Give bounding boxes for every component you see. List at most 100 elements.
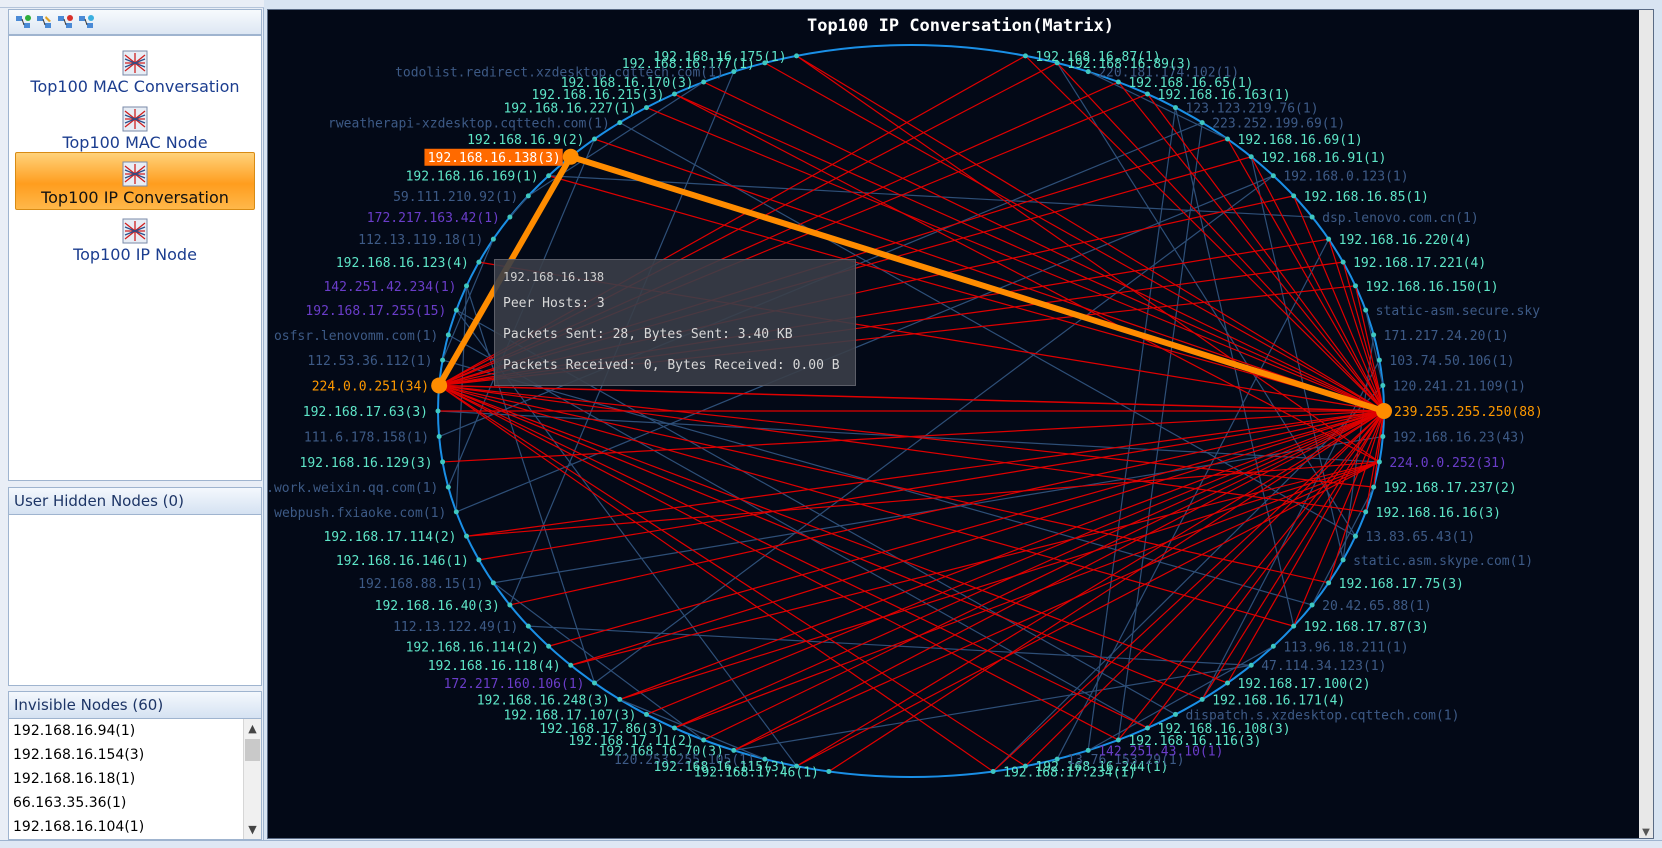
node-label: 192.168.16.91(1) xyxy=(1261,151,1386,166)
invisible-list-scrollbar[interactable]: ▲ ▼ xyxy=(243,719,261,839)
layout-settings-icon[interactable] xyxy=(78,14,95,31)
node-label: 20.42.65.88(1) xyxy=(1322,599,1432,614)
node-dot xyxy=(1380,434,1386,440)
node-dot xyxy=(476,259,482,265)
list-item[interactable]: 192.168.16.94(1) xyxy=(9,719,261,743)
list-item[interactable]: 192.168.16.154(3) xyxy=(9,743,261,767)
node-dot xyxy=(464,533,470,539)
view-item-ip-node[interactable]: Top100 IP Node xyxy=(15,208,255,266)
node-dot xyxy=(435,408,441,414)
layout-edit-icon[interactable] xyxy=(36,14,53,31)
node-label: 192.168.16.69(1) xyxy=(1237,133,1362,148)
node-label: 192.168.16.227(1) xyxy=(503,102,636,117)
node-dot xyxy=(1340,557,1346,563)
node-dot xyxy=(1145,725,1150,731)
node-label: 192.168.17.114(2) xyxy=(323,530,456,545)
invisible-nodes-list[interactable]: 192.168.16.94(1) 192.168.16.154(3) 192.1… xyxy=(8,718,262,840)
node-dot xyxy=(1054,756,1060,762)
node-dot xyxy=(1199,120,1205,126)
conversation-matrix-chart[interactable]: 192.168.16.175(1) 192.168.16.177(1) todoli… xyxy=(267,9,1654,839)
link xyxy=(438,384,1294,627)
node-dot xyxy=(464,283,470,289)
node-dot xyxy=(1340,259,1346,265)
link xyxy=(1293,195,1385,412)
node-dot xyxy=(507,602,513,608)
hidden-nodes-header[interactable]: User Hidden Nodes (0) xyxy=(8,487,262,515)
node-label: 112.53.36.112(1) xyxy=(307,354,432,369)
conversation-links xyxy=(436,55,1385,772)
node-dot xyxy=(762,60,768,66)
node-dot xyxy=(1376,459,1382,465)
node-dot xyxy=(1291,623,1297,629)
node-dot xyxy=(507,214,513,220)
layout-add-icon[interactable] xyxy=(15,14,32,31)
node-label: 192.168.17.255(15) xyxy=(305,304,446,319)
node-dot xyxy=(1022,53,1028,59)
node-dot xyxy=(826,768,832,774)
node-dot xyxy=(592,136,598,142)
node-label: 239.255.255.250(88) xyxy=(1394,405,1543,420)
node-dot xyxy=(644,105,650,111)
node-label: 113.96.18.211(1) xyxy=(1283,640,1408,655)
node-dot xyxy=(644,711,650,717)
node-dot xyxy=(617,696,623,702)
node-label: 112.13.122.49(1) xyxy=(393,620,518,635)
node-label: 172.217.163.42(1) xyxy=(367,211,500,226)
layout-delete-icon[interactable] xyxy=(57,14,74,31)
node-label: rweatherapi-xzdesktop.cqttech.com(1) xyxy=(328,117,610,132)
node-label: 223.252.199.69(1) xyxy=(1212,117,1345,132)
node-dot xyxy=(1172,105,1178,111)
view-item-mac-conversation[interactable]: Top100 MAC Conversation xyxy=(15,40,255,98)
view-item-label: Top100 IP Conversation xyxy=(41,188,229,207)
node-dot xyxy=(1270,643,1276,649)
node-label: 192.168.17.221(4) xyxy=(1353,256,1486,271)
node-dot xyxy=(701,79,707,85)
node-dot xyxy=(1224,136,1230,142)
list-item[interactable]: 192.168.16.18(1) xyxy=(9,767,261,791)
node-label: 111.6.178.158(1) xyxy=(304,431,429,446)
link xyxy=(478,410,1385,561)
node-label: e.work.weixin.qq.com(1) xyxy=(268,481,438,496)
hidden-nodes-list[interactable] xyxy=(8,514,262,686)
node-label: 192.168.16.138(3) xyxy=(428,151,561,166)
node-label: 192.168.16.9(2) xyxy=(467,133,584,148)
node-label: 192.168.16.171(4) xyxy=(1212,693,1345,708)
node-dot xyxy=(1291,193,1297,199)
view-item-label: Top100 IP Node xyxy=(73,245,197,264)
view-item-ip-conversation[interactable]: Top100 IP Conversation xyxy=(15,152,255,210)
chart-scrollbar[interactable]: ▼ xyxy=(1639,10,1653,838)
node-label: 13.83.65.43(1) xyxy=(1365,530,1475,545)
link xyxy=(1087,107,1177,751)
node-dot xyxy=(1371,484,1377,490)
node-dot xyxy=(445,332,451,338)
node-label: 192.168.17.75(3) xyxy=(1339,577,1464,592)
node-label: 192.168.16.114(2) xyxy=(406,640,539,655)
node-label: 224.0.0.251(34) xyxy=(312,379,429,394)
node-label: webpush.fxiaoke.com(1) xyxy=(274,506,446,521)
scroll-down-icon[interactable]: ▼ xyxy=(1639,827,1653,838)
view-item-mac-node[interactable]: Top100 MAC Node xyxy=(15,96,255,154)
scroll-thumb[interactable] xyxy=(245,739,260,761)
list-item[interactable]: 66.163.35.36(1) xyxy=(9,791,261,815)
node-dot xyxy=(1380,382,1386,388)
node-dot xyxy=(1270,173,1276,179)
node-dot xyxy=(672,91,677,97)
node-label: 192.168.16.23(43) xyxy=(1393,431,1526,446)
node-dot xyxy=(1115,737,1121,743)
node-label: 192.168.17.237(2) xyxy=(1384,481,1517,496)
node-dot xyxy=(701,737,707,743)
view-list: Top100 MAC Conversation Top100 MAC Node … xyxy=(8,35,262,481)
node-dot xyxy=(1248,154,1254,160)
link xyxy=(570,410,1385,666)
node-dot xyxy=(1376,403,1392,419)
scroll-down-icon[interactable]: ▼ xyxy=(244,821,261,838)
link xyxy=(548,175,1313,218)
node-dot xyxy=(453,307,459,313)
view-item-label: Top100 MAC Conversation xyxy=(30,77,240,96)
invisible-nodes-header[interactable]: Invisible Nodes (60) xyxy=(8,691,262,719)
scroll-up-icon[interactable]: ▲ xyxy=(244,720,261,737)
list-item[interactable]: 192.168.16.104(1) xyxy=(9,815,261,839)
node-dot xyxy=(1248,662,1254,668)
node-dot xyxy=(794,53,800,59)
node-dot xyxy=(1371,332,1377,338)
